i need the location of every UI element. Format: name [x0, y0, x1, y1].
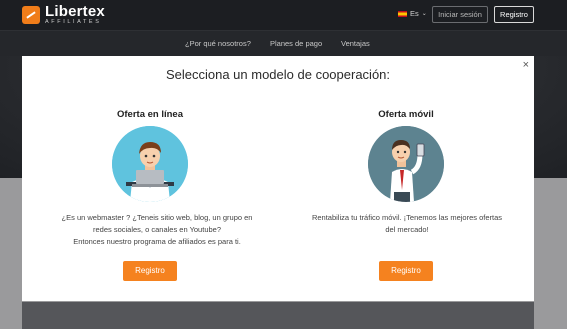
mobile-offer-description: Rentabiliza tu tráfico móvil. ¡Tenemos l… — [311, 213, 503, 234]
mobile-offer-title: Oferta móvil — [378, 109, 434, 120]
online-offer-title: Oferta en línea — [117, 109, 183, 120]
modal-title: Selecciona un modelo de cooperación: — [165, 67, 391, 82]
register-mobile-button[interactable]: Registro — [379, 261, 433, 281]
online-offer-description: ¿Es un webmaster ? ¿Teneis sitio web, bl… — [61, 213, 253, 246]
logo[interactable]: Libertex AFFILIATES — [22, 4, 105, 26]
language-label: Es — [410, 9, 419, 18]
main-nav: ¿Por qué nosotros? Planes de pago Ventaj… — [0, 30, 567, 56]
cooperation-modal: × Selecciona un modelo de cooperación: O… — [22, 56, 534, 301]
nav-item-advantages[interactable]: Ventajas — [341, 39, 370, 48]
register-top-button[interactable]: Registro — [494, 6, 534, 23]
nav-item-why-us[interactable]: ¿Por qué nosotros? — [185, 39, 251, 48]
register-online-button[interactable]: Registro — [123, 261, 177, 281]
mobile-user-illustration-icon — [368, 126, 444, 202]
top-bar: Libertex AFFILIATES Es ⌄ Iniciar sesión … — [0, 0, 567, 30]
logo-subtitle: AFFILIATES — [45, 19, 102, 25]
webmaster-illustration-icon — [112, 126, 188, 202]
login-button[interactable]: Iniciar sesión — [432, 6, 488, 23]
nav-item-payment-plans[interactable]: Planes de pago — [270, 39, 322, 48]
logo-name: Libertex — [45, 3, 105, 20]
spain-flag-icon — [398, 10, 407, 17]
page-lower-panel — [22, 302, 534, 329]
language-selector[interactable]: Es ⌄ — [398, 9, 427, 18]
libertex-logo-icon — [22, 5, 40, 24]
chevron-down-icon: ⌄ — [421, 11, 427, 17]
